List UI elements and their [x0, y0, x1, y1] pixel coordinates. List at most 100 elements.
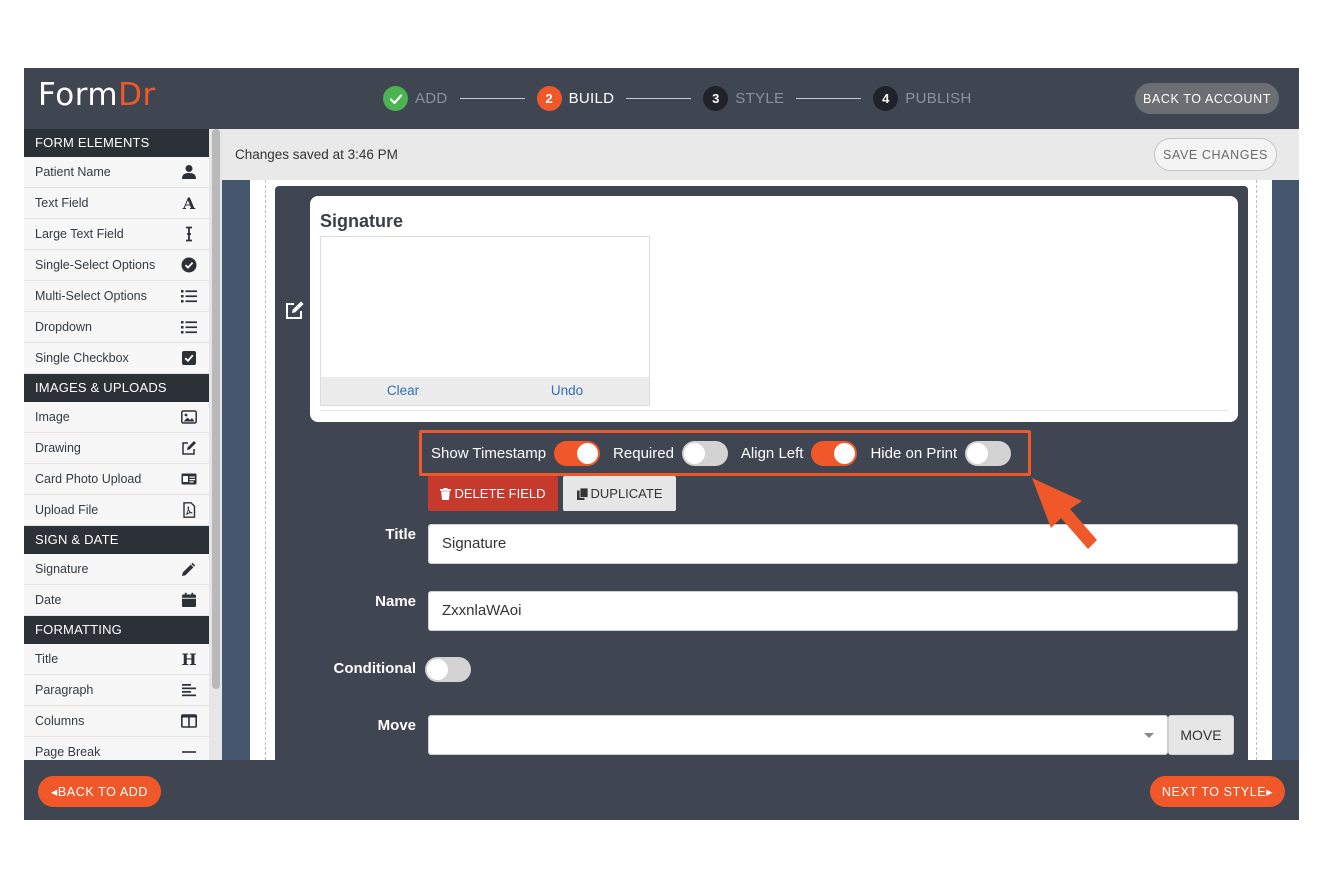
sidebar-item-dropdown[interactable]: Dropdown	[24, 312, 209, 343]
step-divider	[626, 98, 692, 99]
step-build-number: 2	[536, 86, 562, 111]
sidebar-item-label: Signature	[35, 562, 89, 576]
text-cursor-icon	[181, 226, 197, 242]
edit-icon[interactable]	[285, 300, 305, 320]
check-square-icon	[181, 350, 197, 366]
app-window: FormDr ADD 2 BUILD 3 STYLE 4 PUBLISH BAC…	[24, 68, 1299, 820]
duplicate-label: DUPLICATE	[590, 486, 663, 501]
sidebar-item-paragraph[interactable]: Paragraph	[24, 675, 209, 706]
step-divider	[796, 98, 862, 99]
step-style-number: 3	[703, 86, 729, 111]
signature-pad[interactable]: Clear Undo	[320, 236, 650, 406]
header: FormDr ADD 2 BUILD 3 STYLE 4 PUBLISH BAC…	[24, 68, 1299, 129]
sidebar-section-formatting: FORMATTING	[24, 616, 222, 644]
conditional-toggle[interactable]	[425, 657, 471, 682]
conditional-label: Conditional	[333, 660, 417, 677]
move-select[interactable]	[428, 715, 1168, 755]
name-input[interactable]: ZxxnlaWAoi	[428, 591, 1238, 631]
sidebar-item-drawing[interactable]: Drawing	[24, 433, 209, 464]
sidebar-item-patient-name[interactable]: Patient Name	[24, 157, 209, 188]
sidebar-item-card-photo-upload[interactable]: Card Photo Upload	[24, 464, 209, 495]
sidebar-item-label: Drawing	[35, 441, 81, 455]
align-left-icon	[181, 682, 197, 698]
edit-icon	[181, 440, 197, 456]
form-canvas: Signature Clear Undo Show Timestamp Requ…	[222, 180, 1299, 760]
hide-on-print-toggle[interactable]	[965, 440, 1012, 466]
clear-signature-link[interactable]: Clear	[321, 377, 485, 405]
sidebar-scrollbar[interactable]	[209, 129, 222, 760]
card-divider	[320, 410, 1228, 411]
caret-down-icon	[1144, 733, 1154, 738]
title-input[interactable]: Signature	[428, 524, 1238, 564]
pencil-icon	[181, 561, 197, 577]
signature-card-title: Signature	[320, 211, 404, 231]
page-break-icon	[181, 744, 197, 760]
signature-preview-card: Signature Clear Undo	[310, 196, 1238, 422]
user-icon	[181, 164, 197, 180]
list-icon	[181, 319, 197, 335]
sidebar-item-signature[interactable]: Signature	[24, 554, 209, 585]
back-to-account-button[interactable]: BACK TO ACCOUNT	[1135, 83, 1279, 114]
file-pdf-icon	[181, 502, 197, 518]
sidebar-item-image[interactable]: Image	[24, 402, 209, 433]
id-card-icon	[181, 471, 197, 487]
footer: ◂BACK TO ADD NEXT TO STYLE▸	[24, 760, 1299, 820]
required-toggle[interactable]	[681, 440, 728, 466]
sidebar-item-columns[interactable]: Columns	[24, 706, 209, 737]
delete-field-button[interactable]: DELETE FIELD	[428, 476, 558, 511]
step-divider	[459, 98, 525, 99]
field-options-toggles: Show Timestamp Required Align Left Hide …	[419, 430, 1031, 476]
step-style-label: STYLE	[735, 90, 785, 107]
align-left-label: Align Left	[740, 444, 804, 462]
name-field-label: Name	[375, 593, 416, 610]
step-publish[interactable]: 4 PUBLISH	[873, 86, 971, 111]
align-left-toggle[interactable]	[811, 440, 858, 466]
sidebar-item-label: Title	[35, 652, 59, 666]
trash-icon	[440, 487, 452, 500]
field-editor: Signature Clear Undo Show Timestamp Requ…	[275, 186, 1248, 760]
sidebar-item-label: Page Break	[35, 745, 101, 759]
step-add[interactable]: ADD	[383, 86, 448, 111]
copy-icon	[576, 487, 588, 500]
next-to-style-button[interactable]: NEXT TO STYLE▸	[1150, 776, 1285, 807]
sidebar-item-page-break[interactable]: Page Break	[24, 737, 209, 760]
sidebar: FORM ELEMENTS Patient Name Text Field A …	[24, 129, 222, 760]
columns-icon	[181, 713, 197, 729]
back-to-add-button[interactable]: ◂BACK TO ADD	[38, 776, 161, 807]
sidebar-item-single-select[interactable]: Single-Select Options	[24, 250, 209, 281]
sidebar-item-large-text-field[interactable]: Large Text Field	[24, 219, 209, 250]
sidebar-item-multi-select[interactable]: Multi-Select Options	[24, 281, 209, 312]
sidebar-item-date[interactable]: Date	[24, 585, 209, 616]
annotation-arrow-icon	[1032, 478, 1097, 549]
sidebar-item-single-checkbox[interactable]: Single Checkbox	[24, 343, 209, 374]
sidebar-scrollbar-thumb[interactable]	[212, 129, 220, 689]
canvas-page: Signature Clear Undo Show Timestamp Requ…	[250, 180, 1272, 760]
save-changes-button[interactable]: SAVE CHANGES	[1154, 138, 1277, 171]
step-style[interactable]: 3 STYLE	[703, 86, 784, 111]
move-button[interactable]: MOVE	[1168, 715, 1234, 755]
toggle-knob	[683, 442, 705, 464]
undo-signature-link[interactable]: Undo	[485, 377, 649, 405]
sidebar-item-text-field[interactable]: Text Field A	[24, 188, 209, 219]
sidebar-item-label: Card Photo Upload	[35, 472, 142, 486]
sidebar-item-label: Image	[35, 410, 70, 424]
svg-text:A: A	[182, 195, 196, 211]
show-timestamp-toggle[interactable]	[554, 440, 601, 466]
step-build[interactable]: 2 BUILD	[536, 86, 615, 111]
title-field-label: Title	[385, 526, 416, 543]
duplicate-button[interactable]: DUPLICATE	[563, 476, 676, 511]
step-publish-label: PUBLISH	[905, 90, 972, 107]
step-add-label: ADD	[415, 90, 448, 107]
step-build-label: BUILD	[568, 90, 615, 107]
sidebar-item-upload-file[interactable]: Upload File	[24, 495, 209, 526]
sidebar-item-title[interactable]: Title H	[24, 644, 209, 675]
wizard-steps: ADD 2 BUILD 3 STYLE 4 PUBLISH	[383, 86, 972, 111]
sidebar-item-label: Paragraph	[35, 683, 94, 697]
sidebar-section-images-uploads: IMAGES & UPLOADS	[24, 374, 222, 402]
sidebar-item-label: Date	[35, 593, 62, 607]
check-circle-icon	[181, 257, 197, 273]
sidebar-item-label: Columns	[35, 714, 85, 728]
step-publish-number: 4	[873, 86, 899, 111]
toggle-knob	[577, 442, 599, 464]
sidebar-item-label: Single Checkbox	[35, 351, 129, 365]
